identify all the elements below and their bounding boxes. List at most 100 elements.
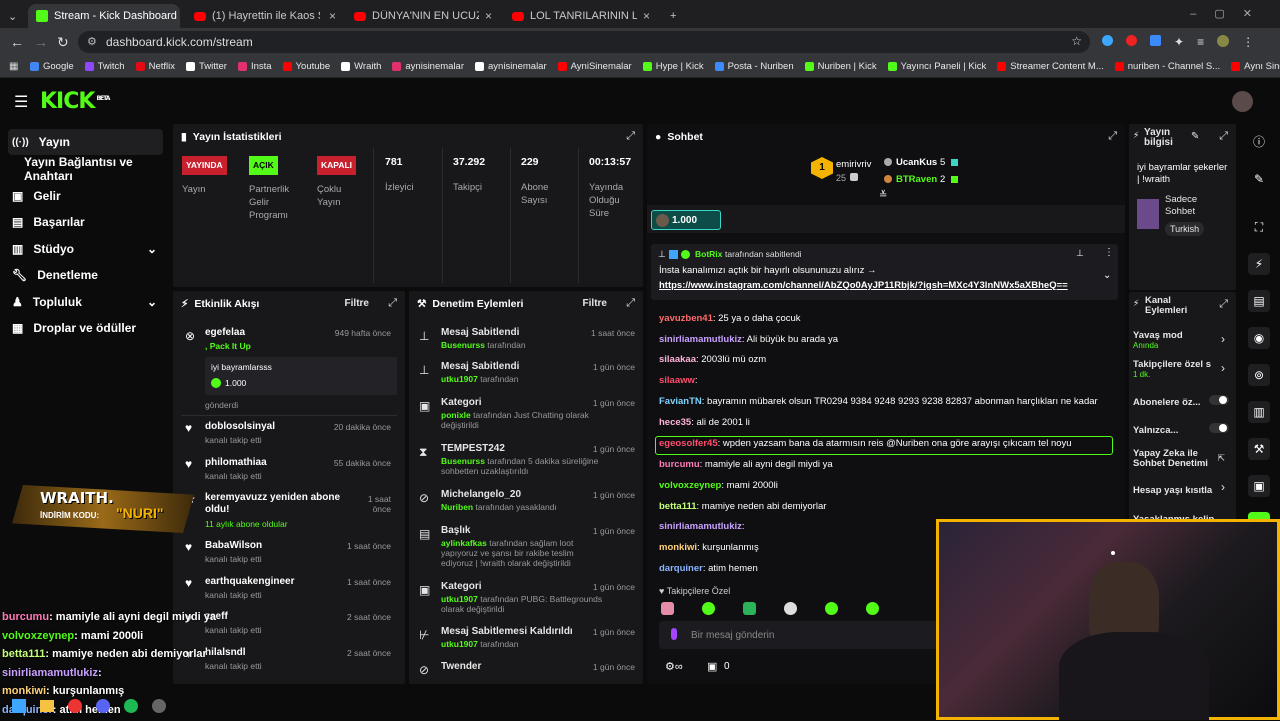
extension-icon[interactable] — [1102, 35, 1113, 46]
chat-username[interactable]: silaaww — [659, 375, 695, 386]
tab-kick-dashboard[interactable]: Stream - Kick Dashboard × — [28, 4, 180, 28]
address-bar[interactable]: ⚙ dashboard.kick.com/stream ☆ — [78, 31, 1090, 53]
sidebar-item-yayin[interactable]: ((·)) Yayın — [8, 129, 163, 155]
chrome-icon[interactable] — [68, 699, 82, 713]
media-icon[interactable]: ≡ — [1197, 35, 1204, 49]
tab-youtube-3[interactable]: LOL TANRILARININ LANETLEDİ... × — [504, 4, 658, 28]
shield-icon[interactable] — [1150, 35, 1161, 46]
expand-icon[interactable]: ⤢ — [1219, 298, 1228, 311]
tab-youtube-2[interactable]: DÜNYA'NIN EN UCUZ ÜLKESİ V... × — [346, 4, 500, 28]
bookmark-item[interactable]: Streamer Content M... — [997, 61, 1104, 72]
event-user[interactable]: BabaWilson — [205, 540, 262, 551]
bookmark-item[interactable]: Nuriben | Kick — [804, 61, 877, 72]
event-user[interactable]: philomathiaa — [205, 457, 267, 468]
action-user[interactable]: ponixle — [441, 410, 471, 420]
event-user[interactable]: egefelaa — [205, 327, 245, 338]
chat-username[interactable]: egeosolfer45 — [659, 438, 718, 449]
bookmark-item[interactable]: Aynı Sinemalar - Ça... — [1231, 61, 1280, 72]
expand-icon[interactable]: ⤢ — [1219, 130, 1228, 143]
puzzle-icon[interactable]: ✦ — [1174, 35, 1184, 49]
bookmark-item[interactable]: aynisinemalar — [475, 61, 547, 72]
windows-icon[interactable] — [12, 699, 26, 713]
action-ai-moderation[interactable]: Yapay Zeka ile Sohbet Denetimi ⇱ — [1133, 449, 1233, 471]
apps-icon[interactable]: ▦ — [9, 61, 18, 72]
pinned-by[interactable]: BotRix — [695, 249, 722, 259]
filter-button[interactable]: Filtre — [583, 298, 607, 309]
expand-icon[interactable]: ⤢ — [626, 130, 635, 143]
sidebar-item-stream-key[interactable]: Yayın Bağlantısı ve Anahtarı — [20, 155, 175, 183]
action-user[interactable]: utku1907 — [441, 374, 478, 384]
back-icon[interactable]: ← — [10, 34, 24, 50]
spotify-icon[interactable] — [124, 699, 138, 713]
leaderboard-user[interactable]: BTRaven — [896, 174, 937, 185]
chat-username[interactable]: sinirliamamutlukiz — [659, 521, 742, 532]
bookmark-item[interactable]: nuriben - Channel S... — [1114, 61, 1220, 72]
chevron-down-icon[interactable]: ⌄ — [1103, 270, 1111, 281]
emote-icon[interactable] — [702, 602, 715, 615]
chat-username[interactable]: monkiwi — [659, 542, 697, 553]
chat-username[interactable]: hece35 — [659, 417, 691, 428]
bookmark-item[interactable]: Wraith — [341, 61, 381, 72]
emote-icon[interactable] — [743, 602, 756, 615]
sidebar-item-topluluk[interactable]: ♟ Topluluk ⌄ — [8, 289, 163, 315]
gift-icon[interactable]: ▣ — [707, 660, 717, 673]
action-user[interactable]: Nuriben — [441, 502, 473, 512]
sidebar-item-basarilar[interactable]: ▤ Başarılar — [8, 209, 163, 235]
pinned-link[interactable]: https://www.instagram.com/channel/AbZQo0… — [659, 280, 1068, 291]
edit-icon[interactable]: ✎ — [1191, 131, 1199, 142]
bookmark-item[interactable]: Hype | Kick — [642, 61, 704, 72]
chevron-down-icon[interactable]: ≚ — [879, 190, 887, 201]
sidebar-item-gelir[interactable]: ▣ Gelir — [8, 183, 163, 209]
chat-username[interactable]: darquiner — [659, 563, 703, 574]
emote-icon[interactable] — [825, 602, 838, 615]
bookmark-item[interactable]: aynisinemalar — [392, 61, 464, 72]
sidebar-item-droplar[interactable]: ▦ Droplar ve ödüller — [8, 315, 163, 341]
chat-username[interactable]: yavuzben41 — [659, 313, 713, 324]
kick-logo[interactable]: KICK BETA — [40, 89, 110, 114]
event-user[interactable]: keremyavuzz yeniden abone oldu! — [205, 492, 365, 516]
bookmark-item[interactable]: Posta - Nuriben — [714, 61, 794, 72]
extension-icon[interactable] — [1126, 35, 1137, 46]
reload-icon[interactable]: ↻ — [57, 34, 69, 51]
tab-youtube-1[interactable]: (1) Hayrettin ile Kaos Show - 2... × — [186, 4, 344, 28]
action-user[interactable]: Busenurss — [441, 456, 485, 466]
category-thumbnail[interactable] — [1137, 199, 1159, 229]
bookmark-item[interactable]: AyniSinemalar — [557, 61, 632, 72]
unpin-icon[interactable]: ⊥ — [1076, 248, 1084, 259]
app-icon[interactable] — [152, 699, 166, 713]
action-user[interactable]: Busenurss — [441, 340, 485, 350]
bookmark-item[interactable]: Google — [30, 61, 74, 72]
event-user[interactable]: doblosolsinyal — [205, 421, 275, 432]
chat-username[interactable]: betta111 — [659, 501, 697, 512]
chat-username[interactable]: burcumu — [659, 459, 700, 470]
action-slow-mode[interactable]: Yavaş mod Anında › — [1133, 330, 1233, 352]
new-tab-button[interactable]: + — [662, 4, 680, 28]
bookmark-item[interactable]: Yayıncı Paneli | Kick — [887, 61, 986, 72]
settings-icon[interactable]: ⚙∞ — [665, 660, 683, 673]
sidebar-item-studyo[interactable]: ▥ Stüdyo ⌄ — [8, 236, 163, 262]
expand-icon[interactable]: ⤢ — [1108, 130, 1117, 143]
expand-icon[interactable]: ⤢ — [388, 297, 397, 310]
chat-username[interactable]: FavianTN — [659, 396, 702, 407]
bookmark-item[interactable]: Insta — [237, 61, 272, 72]
dashboard-icon[interactable]: ▥ — [1248, 401, 1270, 423]
chat-icon[interactable]: ◉ — [1248, 327, 1270, 349]
event-user[interactable]: earthquakengineer — [205, 576, 294, 587]
chat-username[interactable]: sinirliamamutlukiz — [659, 334, 742, 345]
info-icon[interactable]: ⓘ — [1248, 130, 1270, 152]
mic-icon[interactable] — [671, 628, 677, 640]
edit-icon[interactable]: ✎ — [1248, 168, 1270, 190]
clipboard-icon[interactable]: ▤ — [1248, 290, 1270, 312]
gift-pill[interactable]: 1.000 — [651, 210, 721, 230]
sidebar-item-denetleme[interactable]: 🔧︎ Denetleme — [8, 262, 163, 288]
wallet-icon[interactable]: ▣ — [1248, 475, 1270, 497]
hamburger-icon[interactable]: ☰ — [14, 92, 28, 112]
action-user[interactable]: utku1907 — [441, 639, 478, 649]
toggle-switch[interactable] — [1209, 423, 1229, 433]
bookmark-item[interactable]: Twitter — [185, 61, 227, 72]
filter-button[interactable]: Filtre — [345, 298, 369, 309]
emote-icon[interactable] — [784, 602, 797, 615]
broadcast-icon[interactable]: ⊚ — [1248, 364, 1270, 386]
chat-username[interactable]: volvoxzeynep — [659, 480, 721, 491]
emote-icon[interactable] — [866, 602, 879, 615]
